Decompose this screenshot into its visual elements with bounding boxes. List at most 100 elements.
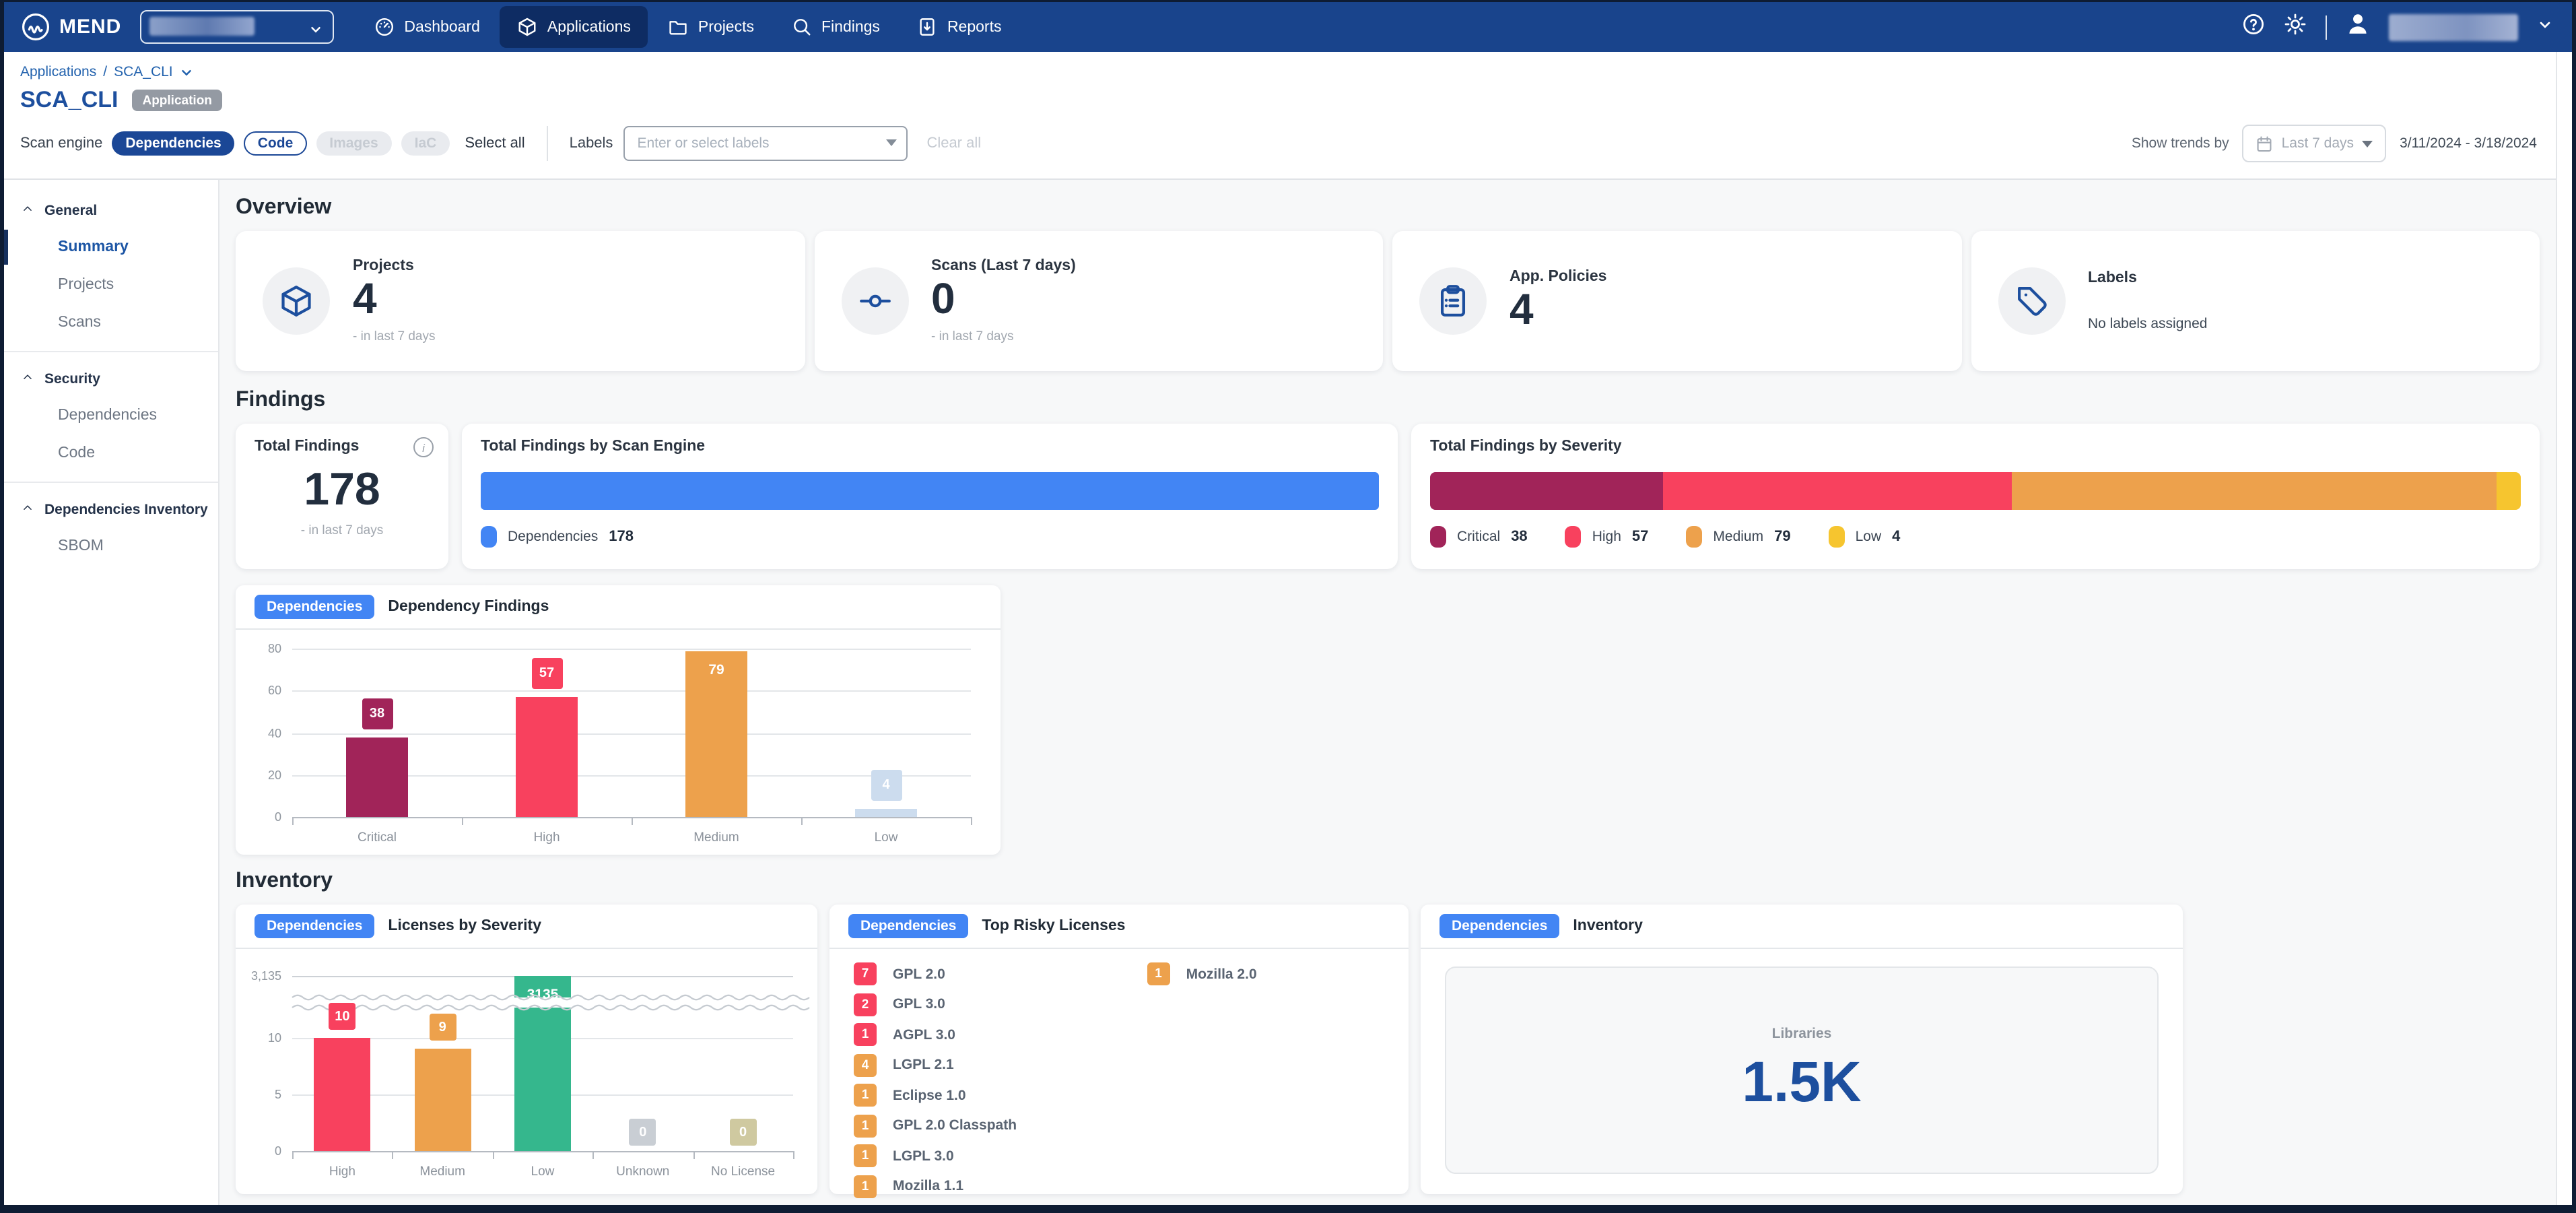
license-row-mozilla-1-1[interactable]: 1 Mozilla 1.1 <box>854 1175 1147 1198</box>
scan-engine-pill-dependencies[interactable]: Dependencies <box>112 131 234 156</box>
sidebar-section-general[interactable]: General <box>4 193 218 228</box>
show-trends-by-label: Show trends by <box>2132 135 2229 152</box>
license-count-badge: 1 <box>854 1175 877 1198</box>
info-icon[interactable]: i <box>413 437 434 457</box>
chevron-up-icon <box>22 203 34 219</box>
license-row-eclipse-1-0[interactable]: 1 Eclipse 1.0 <box>854 1084 1147 1107</box>
username-redacted <box>2389 13 2518 40</box>
license-row-gpl-2-0[interactable]: 7 GPL 2.0 <box>854 962 1147 985</box>
findings-icon <box>792 17 812 37</box>
overview-card-app-policies: App. Policies4 <box>1392 231 1961 371</box>
bar-value-label: 0 <box>630 1119 656 1146</box>
card-subtitle: - in last 7 days <box>931 330 1076 345</box>
dependency-findings-card: Dependencies Dependency Findings 8060402… <box>236 585 1001 855</box>
dependency-findings-header: Dependencies Dependency Findings <box>236 585 1001 630</box>
legend-value: 178 <box>609 529 634 545</box>
sidebar: GeneralSummaryProjectsScansSecurityDepen… <box>4 180 219 1205</box>
sidebar-item-dependencies[interactable]: Dependencies <box>4 397 218 434</box>
overview-heading: Overview <box>236 196 2540 220</box>
sidebar-item-projects[interactable]: Projects <box>4 266 218 304</box>
legend-chip-dependencies <box>481 526 497 548</box>
severity-segment-medium[interactable] <box>2012 472 2497 510</box>
overview-card-labels: LabelsNo labels assigned <box>1971 231 2540 371</box>
clear-all-button[interactable]: Clear all <box>926 135 981 152</box>
legend-item-medium: Medium79 <box>1686 526 1790 548</box>
user-menu-chevron-icon[interactable] <box>2537 15 2553 39</box>
license-row-gpl-2-0-classpath[interactable]: 1 GPL 2.0 Classpath <box>854 1114 1147 1137</box>
scan-engine-pill-code[interactable]: Code <box>244 131 307 155</box>
findings-heading: Findings <box>236 389 2540 413</box>
dashboard-icon <box>374 17 395 37</box>
license-row-agpl-3-0[interactable]: 1 AGPL 3.0 <box>854 1023 1147 1046</box>
sidebar-item-sbom[interactable]: SBOM <box>4 527 218 565</box>
findings-by-severity-card: Total Findings by Severity Critical38Hig… <box>1411 424 2540 569</box>
license-row-lgpl-3-0[interactable]: 1 LGPL 3.0 <box>854 1144 1147 1167</box>
legend-item-critical: Critical38 <box>1430 526 1528 548</box>
sidebar-item-code[interactable]: Code <box>4 434 218 472</box>
severity-segment-low[interactable] <box>2497 472 2521 510</box>
bar-low[interactable] <box>855 809 917 818</box>
x-axis-label: Medium <box>393 1165 493 1179</box>
findings-row: Total Findings i 178 - in last 7 days To… <box>236 424 2540 569</box>
chevron-down-icon[interactable] <box>180 65 195 79</box>
license-row-gpl-3-0[interactable]: 2 GPL 3.0 <box>854 993 1147 1016</box>
nav-item-dashboard[interactable]: Dashboard <box>357 6 498 48</box>
dependencies-bar[interactable] <box>481 472 1379 510</box>
select-all-button[interactable]: Select all <box>465 135 524 152</box>
avatar[interactable] <box>2346 11 2370 42</box>
by-engine-title: Total Findings by Scan Engine <box>481 438 1379 455</box>
breadcrumb-current[interactable]: SCA_CLI <box>114 64 173 80</box>
y-axis-tick: 0 <box>244 810 281 824</box>
dropdown-arrow-icon[interactable] <box>886 139 897 146</box>
sidebar-item-summary[interactable]: Summary <box>4 228 218 266</box>
inventory-heading: Inventory <box>236 870 2540 894</box>
libraries-panel[interactable]: Libraries 1.5K <box>1445 966 2159 1174</box>
mend-logo-icon <box>20 11 51 42</box>
sidebar-item-scans[interactable]: Scans <box>4 304 218 341</box>
license-count-badge: 7 <box>854 962 877 985</box>
legend-item-low: Low4 <box>1829 526 1901 548</box>
dropdown-arrow-icon <box>2362 140 2373 147</box>
nav-item-applications[interactable]: Applications <box>500 6 648 48</box>
sidebar-section-security[interactable]: Security <box>4 362 218 397</box>
nav-item-projects[interactable]: Projects <box>651 6 772 48</box>
gridline <box>292 733 971 734</box>
scrollbar-track[interactable] <box>2556 52 2572 1205</box>
licenses-by-severity-card: Dependencies Licenses by Severity 3,1351… <box>236 905 817 1194</box>
license-count-badge: 1 <box>854 1084 877 1107</box>
page-header: Applications / SCA_CLI SCA_CLI Applicati… <box>4 52 2572 180</box>
overview-card-projects: Projects4- in last 7 days <box>236 231 805 371</box>
application-type-badge: Application <box>131 90 222 111</box>
org-selector-dropdown[interactable] <box>140 10 334 44</box>
severity-segment-high[interactable] <box>1663 472 2012 510</box>
severity-segment-critical[interactable] <box>1430 472 1663 510</box>
help-icon[interactable] <box>2242 12 2265 42</box>
bar-critical[interactable] <box>346 737 408 817</box>
license-row-mozilla-2-0[interactable]: 1 Mozilla 2.0 <box>1147 962 1387 985</box>
nav-item-reports[interactable]: Reports <box>900 6 1019 48</box>
bar-value-label: 38 <box>362 698 393 729</box>
card-title: Labels <box>2088 270 2207 286</box>
license-row-lgpl-2-1[interactable]: 4 LGPL 2.1 <box>854 1053 1147 1076</box>
labels-input[interactable] <box>623 126 908 161</box>
licenses-title: Licenses by Severity <box>388 918 541 934</box>
nav-item-findings[interactable]: Findings <box>774 6 897 48</box>
trend-period-value: Last 7 days <box>2282 135 2354 152</box>
main-content: Overview Projects4- in last 7 days Scans… <box>219 180 2572 1205</box>
legend-label: Dependencies <box>508 529 598 545</box>
sidebar-section-dependencies-inventory[interactable]: Dependencies Inventory <box>4 492 218 527</box>
mend-logo[interactable]: MEND <box>20 11 121 42</box>
breadcrumb-applications[interactable]: Applications <box>20 64 96 80</box>
licenses-header: Dependencies Licenses by Severity <box>236 905 817 949</box>
x-axis-label: High <box>292 1165 393 1179</box>
x-axis-tick <box>393 1151 394 1159</box>
bar-high[interactable] <box>516 697 578 817</box>
title-row: SCA_CLI Application <box>20 87 2572 114</box>
bar-high[interactable] <box>314 1038 370 1151</box>
top-risky-licenses-card: Dependencies Top Risky Licenses 7 GPL 2.… <box>829 905 1409 1194</box>
x-axis-tick <box>971 817 972 825</box>
gear-icon[interactable] <box>2284 12 2307 42</box>
filter-row: Scan engine DependenciesCodeImagesIaC Se… <box>20 125 2572 162</box>
bar-medium[interactable] <box>414 1049 471 1151</box>
trend-period-dropdown[interactable]: Last 7 days <box>2243 125 2386 162</box>
